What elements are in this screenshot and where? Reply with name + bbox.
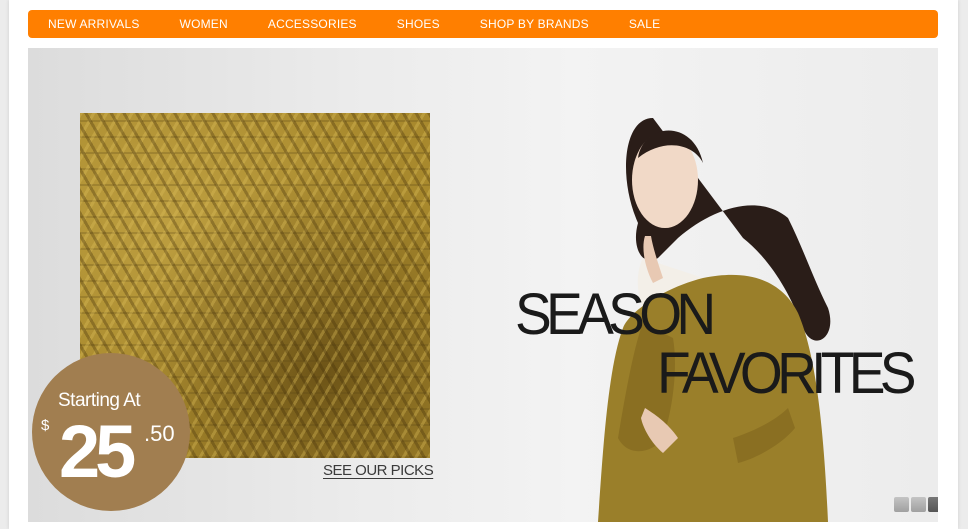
price-badge-label: Starting At [58, 390, 141, 411]
main-navigation: NEW ARRIVALS WOMEN ACCESSORIES SHOES SHO… [28, 10, 938, 38]
nav-item-new-arrivals[interactable]: NEW ARRIVALS [28, 17, 160, 31]
hero-banner[interactable]: SEE OUR PICKS SEASON FAVORITES Starting … [28, 48, 938, 522]
price-currency: $ [41, 417, 50, 434]
price-cents: .50 [144, 421, 175, 446]
nav-item-women[interactable]: WOMEN [160, 17, 248, 31]
headline-favorites: FAVORITES [657, 341, 917, 406]
nav-item-shop-by-brands[interactable]: SHOP BY BRANDS [460, 17, 609, 31]
slider-dot-1[interactable] [894, 497, 909, 512]
nav-item-accessories[interactable]: ACCESSORIES [248, 17, 377, 31]
slider-dot-2[interactable] [911, 497, 926, 512]
headline-season: SEASON [515, 282, 716, 347]
price-badge: Starting At $ 25 .50 [32, 353, 190, 511]
slider-pagination [894, 497, 938, 512]
price-amount: 25 [59, 410, 136, 493]
see-our-picks-link[interactable]: SEE OUR PICKS [323, 462, 434, 479]
nav-item-sale[interactable]: SALE [609, 17, 681, 31]
slider-dot-3[interactable] [928, 497, 938, 512]
nav-item-shoes[interactable]: SHOES [377, 17, 460, 31]
